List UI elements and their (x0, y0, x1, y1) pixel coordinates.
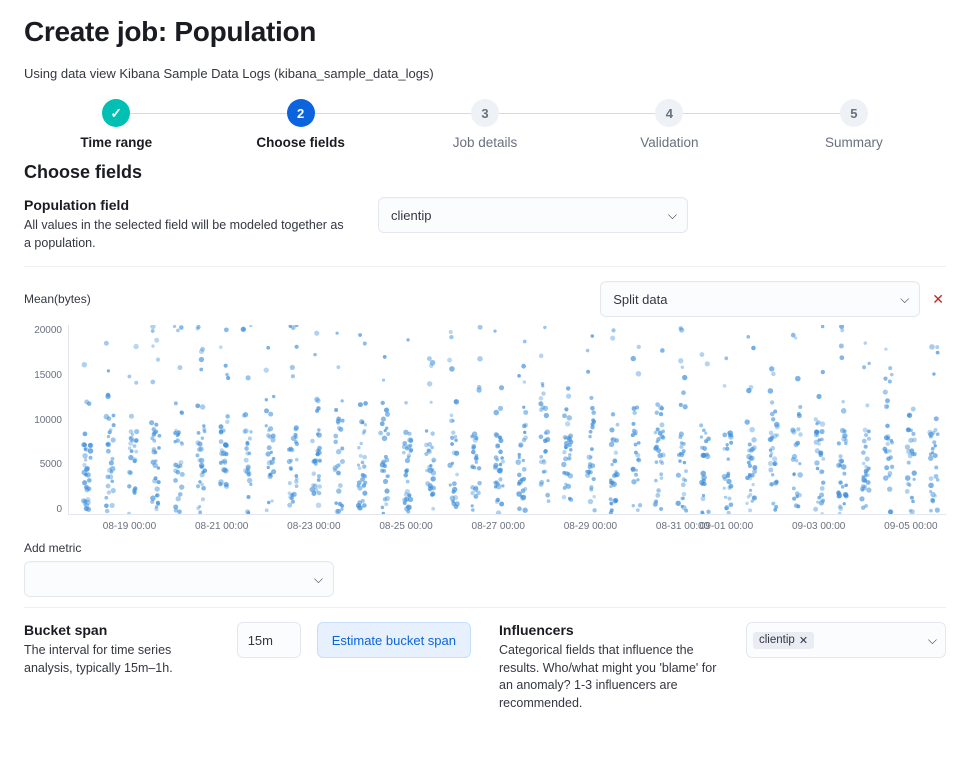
step-label: Summary (825, 135, 883, 150)
influencer-pill: clientip ✕ (753, 632, 814, 649)
chart-plot-area (68, 325, 946, 515)
step-circle: 3 (471, 99, 499, 127)
step-circle: 2 (287, 99, 315, 127)
influencer-pill-label: clientip (759, 634, 795, 646)
step-label: Time range (80, 135, 152, 150)
step-choose-fields[interactable]: 2 Choose fields (208, 99, 392, 150)
step-circle: 4 (655, 99, 683, 127)
x-tick: 08-19 00:00 (103, 521, 156, 532)
bucket-span-desc: The interval for time series analysis, t… (24, 642, 221, 677)
y-tick: 5000 (40, 459, 62, 470)
population-field-value: clientip (391, 208, 431, 223)
step-label: Choose fields (256, 135, 345, 150)
x-tick: 08-21 00:00 (195, 521, 248, 532)
step-summary: 5 Summary (762, 99, 946, 150)
x-tick: 08-27 00:00 (472, 521, 525, 532)
bucket-span-label: Bucket span (24, 622, 221, 638)
population-field-desc: All values in the selected field will be… (24, 217, 354, 252)
step-job-details: 3 Job details (393, 99, 577, 150)
chevron-down-icon: ⌵ (668, 208, 677, 223)
step-validation: 4 Validation (577, 99, 761, 150)
data-view-label: Using data view Kibana Sample Data Logs … (24, 66, 946, 81)
estimate-bucket-span-button[interactable]: Estimate bucket span (317, 622, 471, 658)
remove-detector-button[interactable]: ✕ (930, 291, 946, 308)
detector-metric-label: Mean(bytes) (24, 292, 91, 306)
step-label: Validation (640, 135, 698, 150)
divider (24, 266, 946, 267)
x-tick: 09-03 00:00 (792, 521, 845, 532)
add-metric-select[interactable]: ⌵ (24, 561, 334, 597)
page-title: Create job: Population (24, 16, 946, 48)
check-icon: ✓ (110, 105, 122, 122)
x-tick: 08-25 00:00 (379, 521, 432, 532)
y-tick: 0 (56, 504, 62, 515)
divider (24, 607, 946, 608)
chevron-down-icon: ⌵ (900, 292, 909, 307)
x-tick: 08-23 00:00 (287, 521, 340, 532)
chart-x-axis: 08-19 00:00 08-21 00:00 08-23 00:00 08-25 0… (68, 521, 946, 535)
population-field-select[interactable]: clientip ⌵ (378, 197, 688, 233)
x-tick: 09-05 00:00 (884, 521, 937, 532)
section-title: Choose fields (24, 162, 946, 183)
step-label: Job details (453, 135, 518, 150)
influencers-select[interactable]: clientip ✕ ⌵ (746, 622, 946, 658)
bucket-span-input[interactable] (237, 622, 301, 658)
population-field-label: Population field (24, 197, 354, 213)
x-tick: 09-01 00:00 (700, 521, 753, 532)
detector-chart: 20000 15000 10000 5000 0 (24, 325, 946, 515)
step-circle: ✓ (102, 99, 130, 127)
y-tick: 10000 (34, 415, 62, 426)
influencers-label: Influencers (499, 622, 730, 638)
wizard-stepper: ✓ Time range 2 Choose fields 3 Job details 4 Va… (24, 99, 946, 150)
x-tick: 08-29 00:00 (564, 521, 617, 532)
remove-influencer-icon[interactable]: ✕ (799, 634, 808, 647)
chart-y-axis: 20000 15000 10000 5000 0 (24, 325, 68, 515)
split-data-value: Split data (613, 292, 667, 307)
step-time-range[interactable]: ✓ Time range (24, 99, 208, 150)
chevron-down-icon: ⌵ (928, 633, 937, 648)
add-metric-label: Add metric (24, 541, 946, 555)
step-circle: 5 (840, 99, 868, 127)
split-data-select[interactable]: Split data ⌵ (600, 281, 920, 317)
influencers-desc: Categorical fields that influence the re… (499, 642, 730, 712)
chevron-down-icon: ⌵ (314, 572, 323, 587)
y-tick: 15000 (34, 370, 62, 381)
y-tick: 20000 (34, 325, 62, 336)
